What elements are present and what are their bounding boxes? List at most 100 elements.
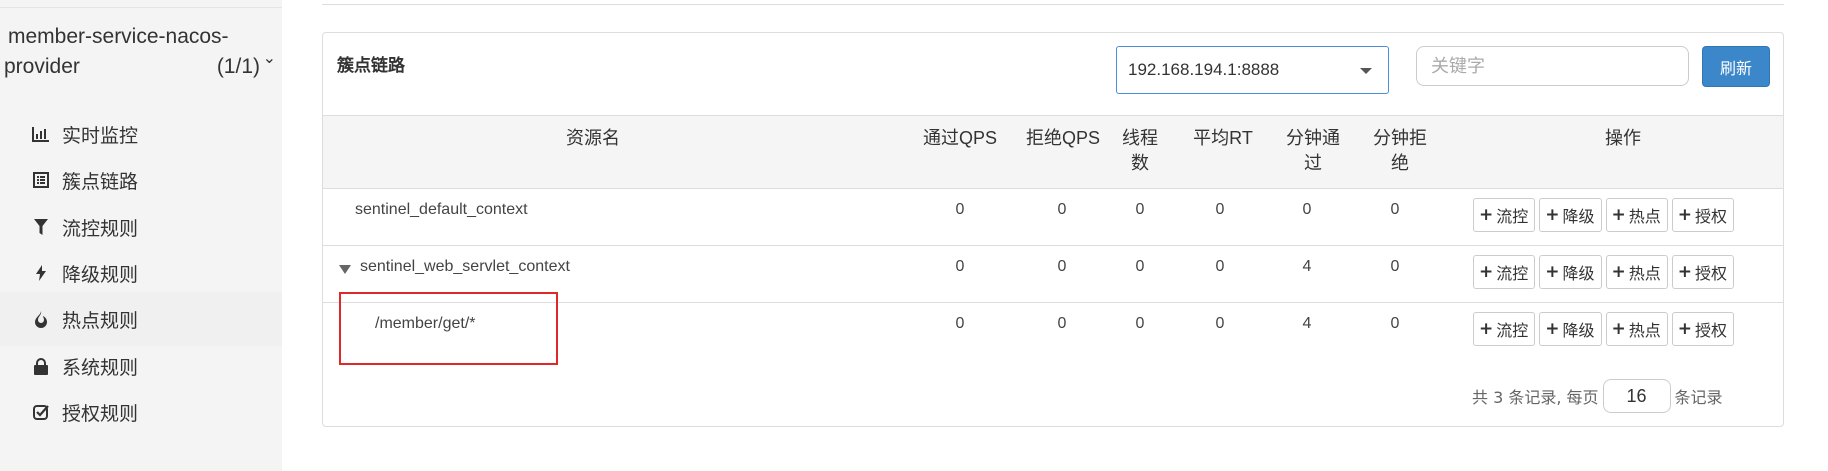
- header-avg-rt: 平均RT: [1193, 128, 1253, 148]
- sidebar-item-label: 降级规则: [62, 263, 139, 286]
- table-header: 资源名 通过QPS 拒绝QPS 线程 数 平均RT 分钟通 过 分钟拒 绝 操作: [323, 115, 1783, 189]
- plus-icon: +: [1479, 205, 1494, 225]
- add-hot-rule-button[interactable]: + 热点: [1605, 255, 1668, 289]
- avg-rt-cell: 0: [1215, 315, 1225, 332]
- block-qps-cell: 0: [1057, 258, 1067, 275]
- app-instance-count: (1/1): [216, 55, 260, 78]
- add-flow-rule-button[interactable]: + 流控: [1473, 312, 1536, 346]
- resource-name: sentinel_default_context: [355, 201, 528, 218]
- header-minute-block-line2: 绝: [1391, 153, 1409, 173]
- threads-cell: 0: [1135, 258, 1145, 275]
- avg-rt-cell: 0: [1215, 201, 1225, 218]
- lock-icon: [30, 357, 52, 375]
- avg-rt-cell: 0: [1215, 258, 1225, 275]
- plus-icon: +: [1545, 319, 1560, 339]
- keyword-search-input[interactable]: [1416, 46, 1689, 86]
- add-auth-rule-button[interactable]: + 授权: [1671, 312, 1735, 346]
- sidebar-item-label: 簇点链路: [62, 170, 139, 193]
- minute-pass-cell: 4: [1302, 258, 1312, 275]
- sidebar-item-cluster-point-link[interactable]: 簇点链路: [0, 153, 282, 207]
- bar-chart-icon: [30, 126, 52, 142]
- sidebar-item-hot-rules[interactable]: 热点规则: [0, 292, 282, 346]
- header-block-qps: 拒绝QPS: [1025, 128, 1100, 148]
- header-threads-line1: 线程: [1122, 128, 1158, 148]
- degrade-label: 降级: [1562, 321, 1595, 340]
- flow-label: 流控: [1496, 321, 1529, 340]
- minute-block-cell: 0: [1390, 201, 1400, 218]
- pass-qps-cell: 0: [955, 201, 965, 218]
- plus-icon: +: [1611, 205, 1626, 225]
- flash-icon: [30, 265, 52, 281]
- header-actions: 操作: [1605, 128, 1641, 148]
- page-size-input[interactable]: [1602, 379, 1671, 413]
- hot-label: 热点: [1628, 264, 1661, 283]
- minute-pass-cell: 4: [1302, 315, 1312, 332]
- collapse-toggle-icon[interactable]: [339, 265, 351, 274]
- header-minute-pass-line1: 分钟通: [1286, 128, 1340, 148]
- panel-title: 簇点链路: [337, 56, 405, 76]
- auth-label: 授权: [1695, 264, 1728, 283]
- sidebar-item-auth-rules[interactable]: 授权规则: [0, 385, 282, 439]
- row-actions: + 流控 + 降级 + 热点 + 授权: [1473, 312, 1735, 346]
- refresh-button[interactable]: 刷新: [1702, 46, 1770, 87]
- plus-icon: +: [1479, 262, 1494, 282]
- minute-block-cell: 0: [1390, 258, 1400, 275]
- threads-cell: 0: [1135, 201, 1145, 218]
- plus-icon: +: [1677, 319, 1693, 339]
- highlight-box: [339, 292, 558, 365]
- flow-label: 流控: [1496, 264, 1529, 283]
- pagination: 共 3 条记录, 每页 条记录: [1472, 379, 1723, 413]
- sidebar-item-label: 实时监控: [62, 124, 139, 147]
- add-auth-rule-button[interactable]: + 授权: [1671, 198, 1735, 232]
- add-degrade-rule-button[interactable]: + 降级: [1539, 198, 1602, 232]
- sidebar-item-label: 热点规则: [62, 309, 139, 332]
- machine-select-value: 192.168.194.1:8888: [1128, 60, 1280, 79]
- sidebar-item-label: 授权规则: [62, 402, 139, 425]
- app-name-line2: provider: [4, 55, 80, 78]
- table-row: sentinel_default_context 0 0 0 0 0 0 + 流控…: [323, 189, 1783, 246]
- sidebar: member-service-nacos- provider (1/1) ⌄ 实…: [0, 0, 282, 471]
- degrade-label: 降级: [1562, 264, 1595, 283]
- add-hot-rule-button[interactable]: + 热点: [1605, 312, 1668, 346]
- cluster-point-panel: 簇点链路 192.168.194.1:8888 刷新 资源名 通过QPS 拒绝Q…: [322, 32, 1784, 427]
- app-selector[interactable]: member-service-nacos- provider (1/1) ⌄: [4, 22, 276, 82]
- header-minute-pass: 分钟通 过: [1278, 126, 1348, 176]
- flow-label: 流控: [1496, 207, 1529, 226]
- plus-icon: +: [1677, 262, 1693, 282]
- plus-icon: +: [1545, 262, 1560, 282]
- add-flow-rule-button[interactable]: + 流控: [1473, 255, 1536, 289]
- plus-icon: +: [1479, 319, 1494, 339]
- threads-cell: 0: [1135, 315, 1145, 332]
- minute-block-cell: 0: [1390, 315, 1400, 332]
- row-actions: + 流控 + 降级 + 热点 + 授权: [1473, 255, 1735, 289]
- fire-icon: [30, 310, 52, 328]
- header-threads: 线程 数: [1110, 126, 1170, 176]
- resource-name: sentinel_web_servlet_context: [360, 258, 570, 275]
- chevron-down-icon[interactable]: ⌄: [263, 44, 276, 74]
- header-pass-qps: 通过QPS: [922, 128, 997, 148]
- block-qps-cell: 0: [1057, 201, 1067, 218]
- add-hot-rule-button[interactable]: + 热点: [1605, 198, 1668, 232]
- header-minute-pass-line2: 过: [1304, 153, 1322, 173]
- plus-icon: +: [1545, 205, 1560, 225]
- machine-select[interactable]: 192.168.194.1:8888: [1116, 46, 1389, 94]
- pager-suffix: 条记录: [1674, 388, 1723, 407]
- block-qps-cell: 0: [1057, 315, 1067, 332]
- sidebar-item-label: 流控规则: [62, 217, 139, 240]
- add-auth-rule-button[interactable]: + 授权: [1671, 255, 1735, 289]
- header-resource: 资源名: [566, 128, 620, 148]
- add-flow-rule-button[interactable]: + 流控: [1473, 198, 1536, 232]
- filter-icon: [30, 219, 52, 235]
- sidebar-item-label: 系统规则: [62, 356, 139, 379]
- header-threads-line2: 数: [1131, 153, 1149, 173]
- plus-icon: +: [1611, 262, 1626, 282]
- header-minute-block: 分钟拒 绝: [1365, 126, 1435, 176]
- auth-label: 授权: [1695, 207, 1728, 226]
- degrade-label: 降级: [1562, 207, 1595, 226]
- hot-label: 热点: [1628, 207, 1661, 226]
- pass-qps-cell: 0: [955, 258, 965, 275]
- add-degrade-rule-button[interactable]: + 降级: [1539, 312, 1602, 346]
- list-icon: [30, 172, 52, 188]
- hot-label: 热点: [1628, 321, 1661, 340]
- add-degrade-rule-button[interactable]: + 降级: [1539, 255, 1602, 289]
